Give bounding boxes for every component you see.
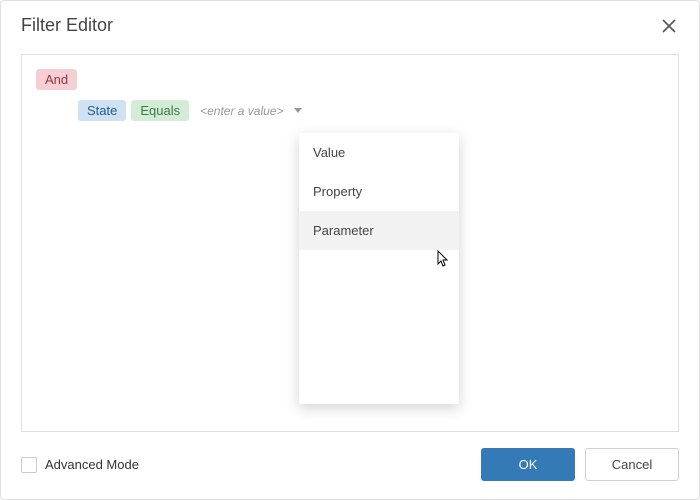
- footer-right: OK Cancel: [481, 448, 679, 481]
- dialog-header: Filter Editor: [1, 1, 699, 46]
- dropdown-item-property[interactable]: Property: [299, 172, 459, 211]
- condition-row: State Equals <enter a value>: [78, 100, 664, 121]
- operator-pill[interactable]: Equals: [131, 100, 189, 121]
- value-input[interactable]: <enter a value>: [194, 101, 307, 121]
- dropdown-item-parameter[interactable]: Parameter: [299, 211, 459, 250]
- group-operator-row: And: [36, 69, 664, 90]
- value-type-dropdown: Value Property Parameter: [299, 133, 459, 404]
- group-operator-pill[interactable]: And: [36, 69, 77, 90]
- chevron-down-icon: [294, 108, 302, 113]
- field-pill[interactable]: State: [78, 100, 126, 121]
- footer-left: Advanced Mode: [21, 457, 139, 473]
- ok-button[interactable]: OK: [481, 448, 575, 481]
- close-button[interactable]: [659, 16, 679, 36]
- close-icon: [662, 19, 676, 33]
- filter-editor-dialog: Filter Editor And State Equals <enter a …: [0, 0, 700, 500]
- dialog-title: Filter Editor: [21, 15, 113, 36]
- cancel-button[interactable]: Cancel: [585, 448, 679, 481]
- dropdown-item-value[interactable]: Value: [299, 133, 459, 172]
- advanced-mode-label[interactable]: Advanced Mode: [45, 457, 139, 472]
- value-placeholder: <enter a value>: [200, 104, 283, 118]
- advanced-mode-checkbox[interactable]: [21, 457, 37, 473]
- dialog-footer: Advanced Mode OK Cancel: [1, 432, 699, 499]
